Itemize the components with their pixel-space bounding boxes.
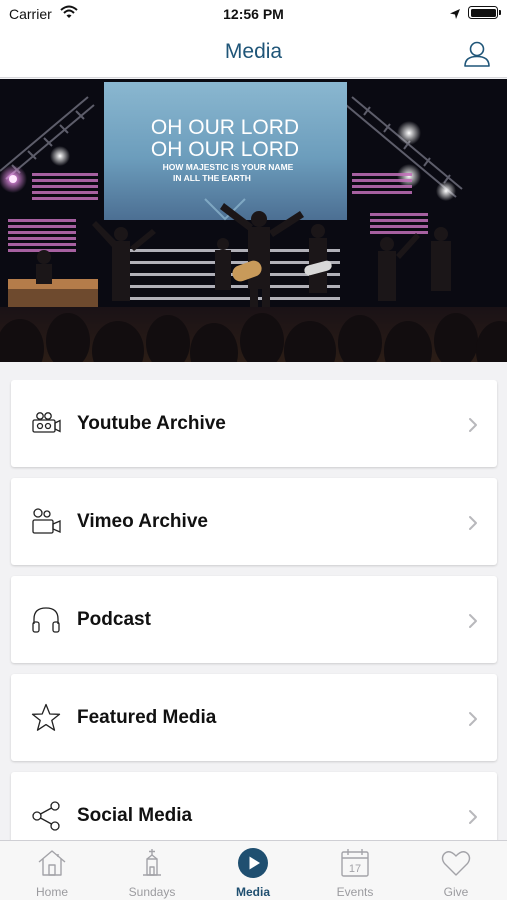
menu-item-label: Youtube Archive (77, 413, 226, 434)
chevron-right-icon (469, 810, 477, 824)
chevron-right-icon (469, 516, 477, 530)
chevron-right-icon (469, 418, 477, 432)
church-icon (143, 849, 161, 876)
clock-time: 12:56 PM (223, 6, 284, 22)
page-title: Media (224, 40, 283, 63)
tab-label-sundays: Sundays (128, 885, 176, 899)
tab-label-events: Events (336, 885, 374, 899)
screen-line-1: OH OUR LORD (151, 116, 299, 139)
menu-item-label: Podcast (77, 609, 151, 630)
menu-item-podcast[interactable]: Podcast (11, 576, 497, 663)
share-icon (32, 801, 60, 831)
home-icon (38, 850, 66, 876)
chevron-right-icon (469, 712, 477, 726)
battery-tip (499, 10, 501, 15)
profile-button[interactable] (462, 39, 492, 69)
menu-item-label: Social Media (77, 805, 193, 826)
menu-item-label: Vimeo Archive (77, 511, 208, 532)
menu-item-vimeo-archive[interactable]: Vimeo Archive (11, 478, 497, 565)
headphones-icon (32, 607, 60, 633)
screen-line-4: IN ALL THE EARTH (173, 173, 251, 183)
star-icon (31, 703, 61, 731)
menu-item-youtube-archive[interactable]: Youtube Archive (11, 380, 497, 467)
heart-icon (441, 851, 471, 876)
tab-media[interactable]: Media (203, 841, 303, 900)
tab-bar: Home Sundays Media 17 Events Give (0, 840, 507, 900)
location-arrow-icon (449, 7, 461, 25)
screen-line-3: HOW MAJESTIC IS YOUR NAME (163, 162, 294, 172)
menu-item-label: Featured Media (77, 707, 217, 728)
battery-icon (468, 6, 498, 19)
hero-worship-photo: OH OUR LORD OH OUR LORD HOW MAJESTIC IS … (0, 79, 507, 362)
menu-item-featured-media[interactable]: Featured Media (11, 674, 497, 761)
screen-line-2: OH OUR LORD (151, 138, 299, 161)
video-camera-icon (32, 412, 61, 433)
camcorder-icon (32, 508, 61, 534)
tab-give[interactable]: Give (406, 841, 506, 900)
tab-label-give: Give (443, 885, 469, 899)
tab-label-media: Media (235, 885, 270, 899)
play-icon (238, 848, 268, 878)
menu-item-social-media[interactable]: Social Media (11, 772, 497, 840)
media-menu-list: Youtube Archive Vimeo Archive Podcast Fe… (0, 380, 507, 840)
calendar-day-number: 17 (349, 863, 361, 875)
calendar-icon: 17 (341, 849, 369, 877)
status-bar: Carrier 12:56 PM (0, 0, 507, 28)
tab-events[interactable]: 17 Events (305, 841, 405, 900)
chevron-right-icon (469, 614, 477, 628)
tab-sundays[interactable]: Sundays (102, 841, 202, 900)
tab-home[interactable]: Home (2, 841, 102, 900)
user-icon (464, 41, 490, 67)
tab-label-home: Home (35, 885, 68, 899)
navigation-bar: Media (0, 28, 507, 78)
